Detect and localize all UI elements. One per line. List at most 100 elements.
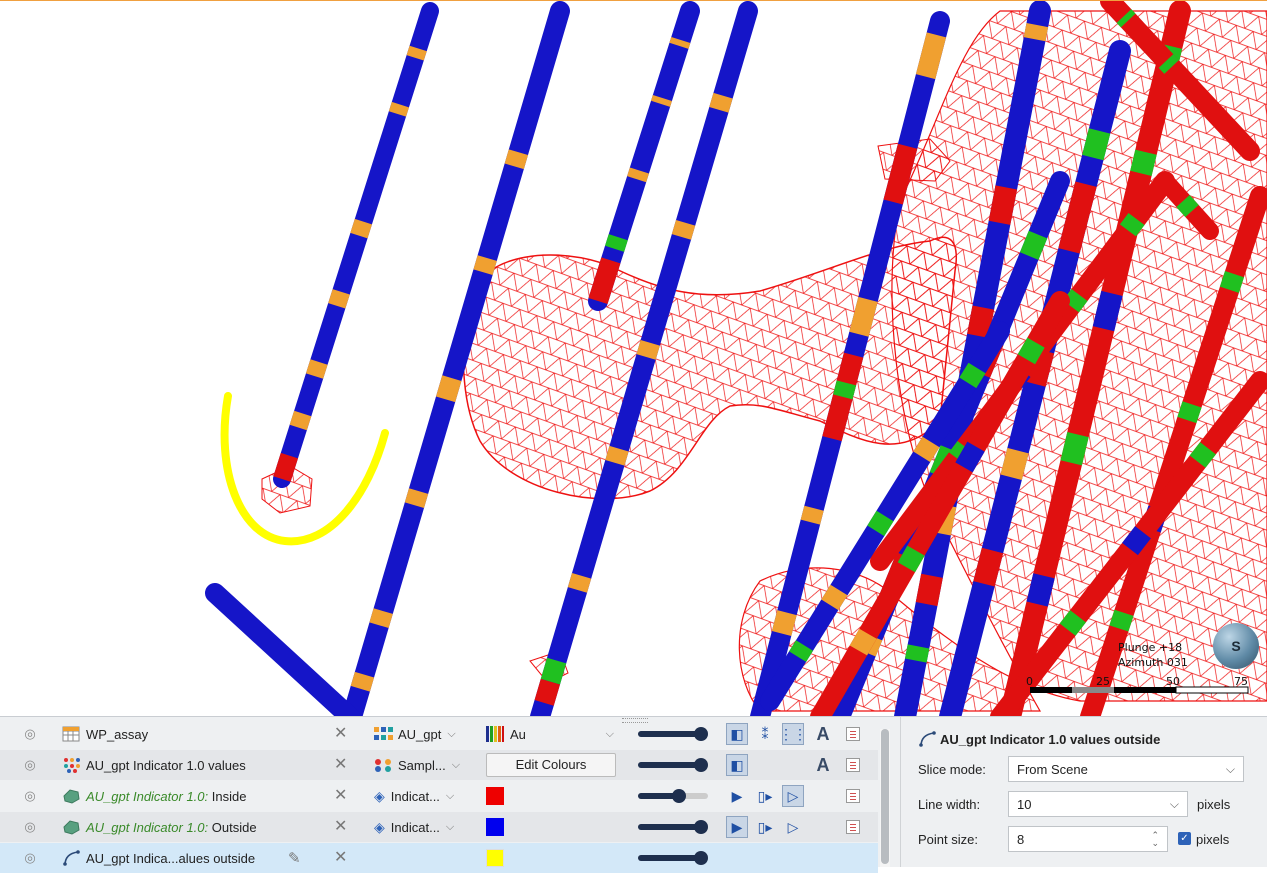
properties-title-text: AU_gpt Indicator 1.0 values outside — [940, 731, 1161, 747]
scale-label-50: 50 — [1166, 675, 1180, 688]
label-a-icon[interactable]: A — [812, 754, 834, 776]
object-name: WP_assay — [86, 726, 149, 742]
opacity-slider[interactable] — [638, 789, 708, 803]
object-name: AU_gpt Indicator 1.0: Inside — [86, 788, 247, 804]
object-row-indicator-values[interactable]: ◎ AU_gpt Indicator 1.0 values ✕ Sampl...… — [0, 750, 878, 780]
opacity-slider[interactable] — [638, 758, 708, 772]
slice-mode-value: From Scene — [1017, 761, 1088, 777]
remove-x-icon[interactable]: ✕ — [334, 850, 347, 866]
attribute-selector[interactable]: ◈ Indicat... ⌵ — [374, 788, 454, 805]
remove-x-icon[interactable]: ✕ — [334, 819, 347, 835]
colour-swatch[interactable] — [486, 818, 504, 836]
label-a-icon[interactable]: A — [812, 723, 834, 745]
split-icon[interactable]: ⁑ — [754, 723, 776, 745]
object-row-indicator-inside[interactable]: ◎ AU_gpt Indicator 1.0: Inside ✕ ◈ Indic… — [0, 781, 878, 811]
points-icon — [64, 758, 80, 773]
attribute-selector[interactable]: AU_gpt ⌵ — [374, 727, 456, 742]
bottom-panel: ◎ WP_assay ✕ AU_gpt ⌵ Au ⌵ ◧ ⁑ ⋮⋮ A ◎ AU… — [0, 716, 1267, 873]
attribute-icon — [374, 727, 393, 740]
scale-label-25: 25 — [1096, 675, 1110, 688]
eye-icon[interactable]: ◎ — [22, 757, 38, 773]
object-name: AU_gpt Indicator 1.0 values — [86, 757, 246, 773]
edit-colours-button[interactable]: Edit Colours — [486, 753, 616, 777]
attribute-selector[interactable]: ◈ Indicat... ⌵ — [374, 819, 454, 836]
plunge-readout: Plunge +18 — [1118, 641, 1183, 654]
slice-mode-select[interactable]: From Scene ⌵ — [1008, 756, 1244, 782]
chevron-down-icon: ⌵ — [451, 758, 461, 771]
hidden-eye-icon[interactable]: ◎ — [22, 819, 38, 835]
slice-icon[interactable]: ▯▸ — [754, 816, 776, 838]
panel-resize-grip[interactable] — [622, 718, 648, 723]
colour-swatch[interactable] — [486, 787, 504, 805]
line-width-label: Line width: — [918, 797, 981, 812]
stepper-arrows-icon[interactable]: ⌃ ⌄ — [1151, 831, 1159, 848]
attribute-label: Sampl... — [398, 757, 446, 773]
attribute-label: Indicat... — [390, 788, 440, 804]
properties-panel: AU_gpt Indicator 1.0 values outside Slic… — [904, 717, 1267, 867]
slice-icon[interactable]: ▯▸ — [754, 785, 776, 807]
outline-play-icon[interactable]: ▷ — [782, 785, 804, 807]
remove-x-icon[interactable]: ✕ — [334, 726, 347, 742]
attribute-label: Indicat... — [390, 819, 440, 835]
line-width-input[interactable]: 10 ⌵ — [1008, 791, 1188, 817]
polyline-icon — [919, 731, 936, 747]
chevron-down-icon: ⌵ — [605, 727, 614, 740]
attribute-selector[interactable]: Sampl... ⌵ — [374, 758, 460, 773]
compass-label: S — [1231, 638, 1241, 654]
opacity-slider[interactable] — [638, 820, 708, 834]
colourmap-label: Au — [510, 726, 526, 742]
polyline-icon — [63, 850, 80, 866]
hidden-eye-icon[interactable]: ◎ — [22, 726, 38, 742]
object-row-polyline-outside[interactable]: ◎ AU_gpt Indica...alues outside ✎ ✕ — [0, 843, 878, 873]
line-width-value: 10 — [1017, 796, 1032, 812]
play-icon[interactable]: ▶ — [726, 785, 748, 807]
view-compass-icon[interactable]: S — [1213, 623, 1259, 669]
chevron-down-icon: ⌵ — [1169, 796, 1179, 811]
point-size-value: 8 — [1017, 831, 1025, 847]
interval-grid-icon[interactable]: ⋮⋮ — [779, 723, 807, 745]
eye-icon[interactable]: ◎ — [22, 788, 38, 804]
colourmap-selector[interactable]: Au ⌵ — [486, 726, 614, 742]
list-scrollbar[interactable] — [880, 729, 890, 867]
play-icon[interactable]: ▶ — [726, 816, 748, 838]
legend-icon[interactable] — [846, 727, 860, 741]
sample-icon — [375, 759, 391, 772]
slice-mode-label: Slice mode: — [918, 762, 986, 777]
point-size-unit: pixels — [1196, 832, 1230, 847]
paint-bucket-icon: ◈ — [374, 787, 385, 804]
3d-scene-viewport[interactable]: Plunge +18 Azimuth 031 0 25 50 75 S — [0, 0, 1267, 716]
cylinder-display-icon[interactable]: ◧ — [726, 754, 748, 776]
cylinder-display-icon[interactable]: ◧ — [726, 723, 748, 745]
paint-bucket-icon: ◈ — [374, 818, 385, 835]
colour-swatch[interactable] — [486, 849, 504, 867]
eye-icon[interactable]: ◎ — [22, 850, 38, 866]
legend-icon[interactable] — [846, 789, 860, 803]
scale-label-0: 0 — [1026, 675, 1033, 688]
legend-icon[interactable] — [846, 758, 860, 772]
outline-play-icon[interactable]: ▷ — [782, 816, 804, 838]
remove-x-icon[interactable]: ✕ — [334, 757, 347, 773]
object-name: AU_gpt Indicator 1.0: Outside — [86, 819, 257, 835]
line-width-unit: pixels — [1197, 797, 1231, 812]
volume-icon — [63, 820, 80, 835]
legend-icon[interactable] — [846, 820, 860, 834]
object-row-wp-assay[interactable]: ◎ WP_assay ✕ AU_gpt ⌵ Au ⌵ ◧ ⁑ ⋮⋮ A — [0, 719, 878, 749]
chevron-down-icon: ⌵ — [1225, 761, 1235, 776]
colourmap-icon — [486, 726, 504, 742]
chevron-down-icon: ⌵ — [447, 727, 456, 740]
scale-label-75: 75 — [1234, 675, 1248, 688]
remove-x-icon[interactable]: ✕ — [334, 788, 347, 804]
table-icon — [62, 726, 80, 742]
object-row-indicator-outside[interactable]: ◎ AU_gpt Indicator 1.0: Outside ✕ ◈ Indi… — [0, 812, 878, 842]
volume-icon — [63, 789, 80, 804]
properties-title: AU_gpt Indicator 1.0 values outside — [918, 731, 1160, 747]
scale-bar — [1030, 686, 1249, 694]
opacity-slider[interactable] — [638, 851, 708, 865]
opacity-slider[interactable] — [638, 727, 708, 741]
point-size-stepper[interactable]: 8 ⌃ ⌄ — [1008, 826, 1168, 852]
pixels-checkbox[interactable]: ✓ — [1178, 832, 1191, 845]
edit-pencil-icon[interactable]: ✎ — [288, 849, 301, 867]
attribute-label: AU_gpt — [398, 726, 442, 742]
chevron-down-icon: ⌵ — [445, 820, 455, 833]
scene-graphics[interactable] — [0, 1, 1267, 716]
